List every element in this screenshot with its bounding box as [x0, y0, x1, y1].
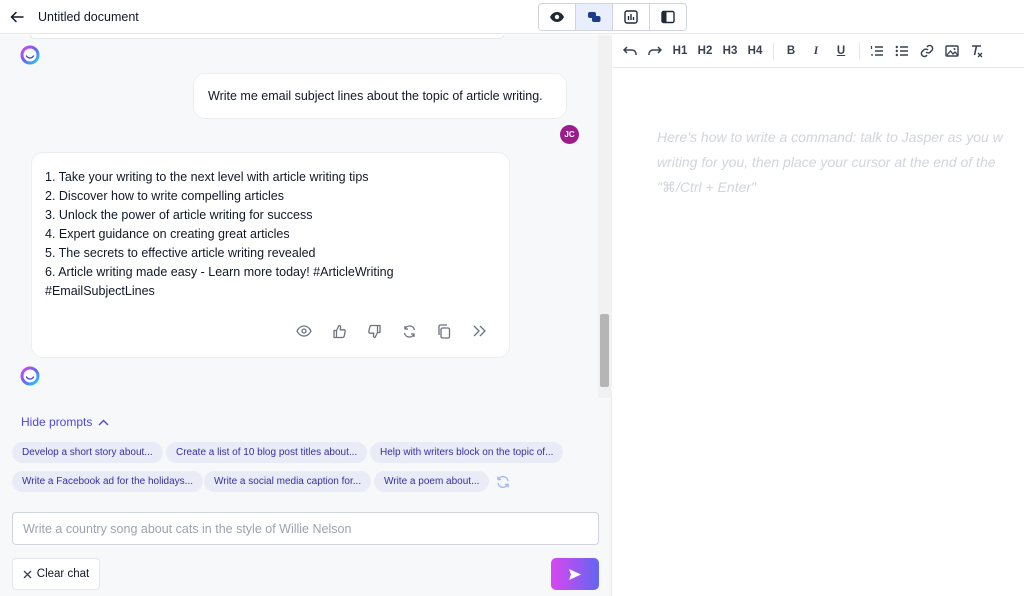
ai-response-card: 1. Take your writing to the next level w… [31, 152, 510, 358]
toolbar-divider [773, 42, 774, 60]
regenerate-button[interactable] [399, 321, 419, 341]
heading-2-button[interactable]: H2 [694, 40, 716, 62]
chat-input[interactable]: Write a country song about cats in the s… [12, 512, 599, 545]
prompt-chip[interactable]: Help with writers block on the topic of.… [370, 442, 564, 463]
copy-icon [438, 323, 451, 339]
close-icon [23, 570, 32, 578]
jasper-logo-icon [20, 366, 40, 386]
ai-response-list: 1. Take your writing to the next level w… [45, 168, 505, 301]
ordered-list-icon [870, 46, 883, 56]
view-preview-button[interactable] [539, 4, 576, 30]
ai-response-line: 4. Expert guidance on creating great art… [45, 227, 290, 241]
top-bar: Untitled document [0, 0, 1024, 34]
previous-message-card [30, 35, 504, 39]
heading-1-button[interactable]: H1 [669, 40, 691, 62]
heading-1-label: H1 [672, 45, 688, 57]
view-chat-button[interactable] [576, 4, 613, 30]
sidebar-layout-icon [661, 10, 675, 24]
undo-icon [623, 46, 637, 55]
prompt-chip[interactable]: Write a poem about... [374, 471, 490, 492]
redo-button[interactable] [644, 40, 666, 62]
heading-3-label: H3 [722, 45, 738, 57]
copy-button[interactable] [434, 321, 454, 341]
undo-button[interactable] [619, 40, 641, 62]
chat-panel: Write me email subject lines about the t… [0, 35, 612, 596]
ai-response-actions [294, 321, 489, 341]
send-button[interactable] [551, 558, 599, 590]
clear-format-icon [972, 45, 983, 58]
eye-icon [550, 12, 564, 22]
clear-chat-label: Clear chat [36, 568, 90, 580]
view-split-button[interactable] [650, 4, 686, 30]
bold-button[interactable]: B [780, 40, 802, 62]
link-button[interactable] [916, 40, 938, 62]
editor-panel: H1 H2 H3 H4 B I U Here's how to write a … [613, 35, 1024, 596]
user-message: Write me email subject lines about the t… [193, 73, 567, 119]
ordered-list-button[interactable] [866, 40, 888, 62]
prompt-chip[interactable]: Write a social media caption for... [204, 471, 372, 492]
preview-button[interactable] [294, 321, 314, 341]
ai-response-line: 5. The secrets to effective article writ… [45, 246, 316, 260]
insert-to-editor-button[interactable] [469, 321, 489, 341]
chat-scrollbar[interactable] [598, 35, 612, 398]
ai-response-line: 3. Unlock the power of article writing f… [45, 208, 313, 222]
prompt-chip[interactable]: Create a list of 10 blog post titles abo… [166, 442, 368, 463]
thumbs-up-button[interactable] [329, 321, 349, 341]
editor-placeholder[interactable]: Here's how to write a command: talk to J… [657, 125, 1024, 200]
bullet-list-button[interactable] [891, 40, 913, 62]
heading-3-button[interactable]: H3 [719, 40, 741, 62]
editor-placeholder-line: writing for you, then place your cursor … [657, 154, 996, 170]
thumbs-down-button[interactable] [364, 321, 384, 341]
link-icon [920, 44, 934, 58]
ai-response-line: #EmailSubjectLines [45, 284, 155, 298]
ai-response-line: 1. Take your writing to the next level w… [45, 170, 369, 184]
toolbar-divider [859, 42, 860, 60]
italic-button[interactable]: I [805, 40, 827, 62]
regenerate-icon [403, 324, 415, 338]
image-icon [945, 45, 959, 57]
scrollbar-thumb[interactable] [600, 314, 609, 387]
user-avatar: JC [560, 125, 579, 144]
prompt-chip[interactable]: Develop a short story about... [12, 442, 163, 463]
thumbs-up-icon [332, 324, 346, 338]
jasper-logo-icon [20, 45, 40, 65]
document-title[interactable]: Untitled document [38, 10, 139, 24]
thumbs-down-icon [367, 324, 381, 338]
redo-icon [648, 46, 662, 55]
chat-icon [587, 11, 600, 22]
send-icon [569, 568, 581, 580]
heading-2-label: H2 [697, 45, 713, 57]
editor-icon [624, 10, 638, 24]
heading-4-label: H4 [747, 45, 763, 57]
editor-placeholder-line: Here's how to write a command: talk to J… [657, 129, 1003, 145]
insert-chevrons-icon [473, 325, 486, 337]
ai-response-line: 6. Article writing made easy - Learn mor… [45, 265, 394, 279]
view-editor-button[interactable] [613, 4, 650, 30]
refresh-prompts-icon[interactable] [495, 474, 511, 490]
editor-toolbar: H1 H2 H3 H4 B I U [613, 35, 1024, 68]
ai-response-line: 2. Discover how to write compelling arti… [45, 189, 284, 203]
editor-placeholder-line: "⌘/Ctrl + Enter" [657, 179, 757, 195]
clear-chat-button[interactable]: Clear chat [12, 558, 100, 590]
clear-format-button[interactable] [966, 40, 988, 62]
back-arrow-icon[interactable] [9, 9, 25, 25]
italic-label: I [813, 45, 819, 57]
underline-button[interactable]: U [830, 40, 852, 62]
image-button[interactable] [941, 40, 963, 62]
bold-label: B [786, 45, 796, 57]
heading-4-button[interactable]: H4 [744, 40, 766, 62]
eye-icon [296, 325, 312, 337]
bullet-list-icon [895, 45, 908, 57]
prompt-chip[interactable]: Write a Facebook ad for the holidays... [12, 471, 204, 492]
hide-prompts-toggle[interactable]: Hide prompts [21, 415, 109, 429]
chevron-up-icon [98, 419, 109, 425]
hide-prompts-label: Hide prompts [21, 415, 93, 429]
underline-label: U [836, 45, 846, 57]
view-mode-toggle [538, 3, 687, 31]
